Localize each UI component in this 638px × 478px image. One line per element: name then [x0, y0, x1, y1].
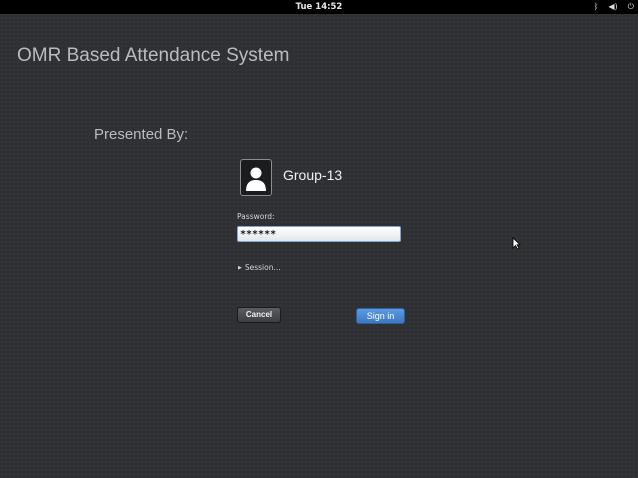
session-expander[interactable]: ▶ Session... [238, 263, 281, 272]
person-icon [246, 167, 266, 191]
presented-by-label: Presented By: [94, 126, 189, 143]
mouse-pointer-icon [512, 235, 521, 254]
slide-title: OMR Based Attendance System [17, 45, 290, 66]
password-label: Password: [237, 212, 275, 221]
session-label: Session... [244, 263, 281, 272]
cancel-button[interactable]: Cancel [237, 307, 281, 323]
power-icon[interactable]: ⏻ [628, 0, 634, 14]
login-screen: Tue 14:52 ᛒ ◀) ⏻ OMR Based Attendance Sy… [0, 0, 638, 478]
sign-in-button[interactable]: Sign in [356, 308, 405, 324]
expander-arrow-icon: ▶ [238, 264, 242, 271]
system-tray: ᛒ ◀) ⏻ [594, 0, 634, 14]
user-avatar [240, 159, 272, 196]
bluetooth-icon[interactable]: ᛒ [594, 0, 599, 14]
clock[interactable]: Tue 14:52 [0, 0, 638, 14]
password-input[interactable] [237, 226, 401, 242]
username-label: Group-13 [283, 167, 343, 183]
volume-icon[interactable]: ◀) [608, 0, 617, 14]
